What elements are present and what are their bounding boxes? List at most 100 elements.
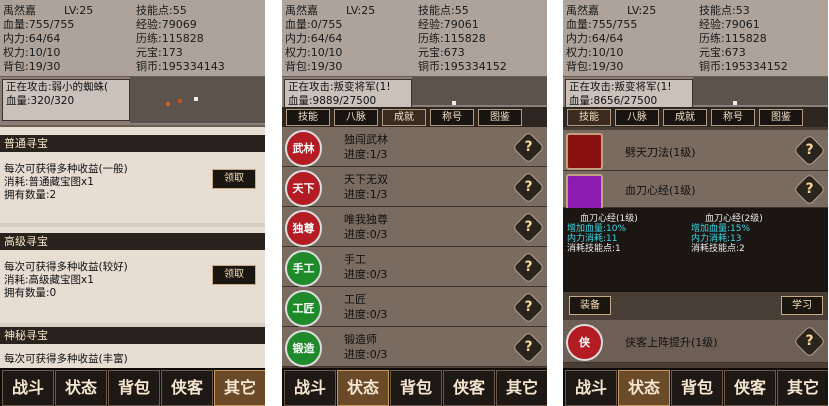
- next-mp-cost: 内力消耗:13: [691, 234, 742, 244]
- info-button[interactable]: ?: [512, 291, 545, 324]
- tab-skills[interactable]: 技能: [567, 109, 611, 126]
- info-button[interactable]: ?: [793, 325, 826, 358]
- screen-achievements: 禹然嘉 LV:25 技能点:55 血量:0/755 经验:79061 内力:64…: [282, 0, 547, 406]
- nav-bag[interactable]: 背包: [390, 370, 442, 406]
- tab-codex[interactable]: 图鉴: [478, 109, 522, 126]
- info-button[interactable]: ?: [793, 134, 826, 167]
- list-item[interactable]: 武林 独闯武林 进度:1/3 ?: [282, 127, 547, 167]
- bag-stat: 背包:19/30: [3, 60, 61, 73]
- nav-status[interactable]: 状态: [337, 370, 389, 406]
- nav-other[interactable]: 其它: [777, 370, 828, 406]
- list-item[interactable]: 天下 天下无双 进度:1/3 ?: [282, 167, 547, 207]
- attack-hp: 血量:320/320: [6, 95, 75, 107]
- achievement-name: 工匠: [344, 293, 366, 306]
- current-level-title: 血刀心经(1级): [580, 214, 638, 224]
- history-stat: 历练:115828: [136, 32, 204, 45]
- achievement-name: 独闯武林: [344, 133, 388, 146]
- tab-bar: 技能 八脉 成就 称号 图鉴: [563, 107, 828, 127]
- tab-bar: 技能 八脉 成就 称号 图鉴: [282, 107, 547, 127]
- achievement-progress: 进度:0/3: [344, 228, 388, 241]
- list-item[interactable]: 锻造 锻造师 进度:0/3 ?: [282, 327, 547, 367]
- map-marker: [194, 97, 198, 101]
- nav-other[interactable]: 其它: [214, 370, 265, 406]
- tab-meridians[interactable]: 八脉: [615, 109, 659, 126]
- tab-titles[interactable]: 称号: [430, 109, 474, 126]
- info-button[interactable]: ?: [793, 173, 826, 206]
- achievement-badge-icon: 武林: [285, 130, 322, 167]
- info-button[interactable]: ?: [512, 131, 545, 164]
- tab-achievements[interactable]: 成就: [382, 109, 426, 126]
- info-button[interactable]: ?: [512, 331, 545, 364]
- nav-battle[interactable]: 战斗: [284, 370, 336, 406]
- exp-stat: 经验:79069: [136, 18, 197, 31]
- list-item[interactable]: 工匠 工匠 进度:0/3 ?: [282, 287, 547, 327]
- treasure-desc: 每次可获得多种收益(丰富): [4, 353, 128, 365]
- nav-bag[interactable]: 背包: [671, 370, 723, 406]
- nav-status[interactable]: 状态: [55, 370, 107, 406]
- treasure-card: 高级寻宝 每次可获得多种收益(较好) 消耗:高级藏宝图x1 拥有数量:0 领取: [0, 227, 265, 323]
- nav-status[interactable]: 状态: [618, 370, 670, 406]
- achievement-progress: 进度:0/3: [344, 348, 388, 361]
- hp-stat: 血量:755/755: [566, 18, 638, 31]
- nav-battle[interactable]: 战斗: [565, 370, 617, 406]
- nav-battle[interactable]: 战斗: [2, 370, 54, 406]
- attack-info[interactable]: 正在攻击:叛变将军(1! 血量:9889/27500: [284, 79, 412, 108]
- achievement-list: 武林 独闯武林 进度:1/3 ? 天下 天下无双 进度:1/3 ? 独尊 唯我独…: [282, 127, 547, 368]
- info-button[interactable]: ?: [512, 251, 545, 284]
- attack-target: 正在攻击:弱小的蜘蛛(: [6, 81, 109, 93]
- question-mark-icon: ?: [805, 142, 814, 158]
- attack-info[interactable]: 正在攻击:弱小的蜘蛛( 血量:320/320: [2, 79, 130, 121]
- hp-stat: 血量:755/755: [3, 18, 75, 31]
- yuanbao-stat: 元宝:673: [418, 46, 465, 59]
- skill-points: 技能点:53: [699, 4, 750, 17]
- attack-info[interactable]: 正在攻击:叛变将军(1! 血量:8656/27500: [565, 79, 693, 108]
- claim-button[interactable]: 领取: [212, 265, 256, 285]
- nav-hero[interactable]: 侠客: [161, 370, 213, 406]
- tab-codex[interactable]: 图鉴: [759, 109, 803, 126]
- nav-hero[interactable]: 侠客: [443, 370, 495, 406]
- nav-other[interactable]: 其它: [496, 370, 547, 406]
- achievement-progress: 进度:0/3: [344, 268, 388, 281]
- next-hp-bonus: 增加血量:15%: [691, 224, 751, 234]
- attack-target: 正在攻击:叛变将军(1!: [288, 81, 391, 93]
- list-item[interactable]: 血刀心经(1级) ?: [563, 171, 828, 211]
- mp-stat: 内力:64/64: [566, 32, 624, 45]
- tab-meridians[interactable]: 八脉: [334, 109, 378, 126]
- equip-button[interactable]: 装备: [569, 296, 611, 315]
- tab-achievements[interactable]: 成就: [663, 109, 707, 126]
- skill-points: 技能点:55: [418, 4, 469, 17]
- sword-icon: [566, 133, 603, 170]
- learn-button[interactable]: 学习: [781, 296, 823, 315]
- nav-hero[interactable]: 侠客: [724, 370, 776, 406]
- list-item[interactable]: 手工 手工 进度:0/3 ?: [282, 247, 547, 287]
- info-button[interactable]: ?: [512, 211, 545, 244]
- list-item[interactable]: 劈天刀法(1级) ?: [563, 130, 828, 171]
- list-item[interactable]: 侠 侠客上阵提升(1级) ?: [563, 320, 828, 363]
- treasure-count: 拥有数量:2: [4, 189, 57, 201]
- tab-titles[interactable]: 称号: [711, 109, 755, 126]
- hp-stat: 血量:0/755: [285, 18, 343, 31]
- achievement-badge-icon: 工匠: [285, 290, 322, 327]
- mini-map[interactable]: [412, 77, 547, 105]
- yuanbao-stat: 元宝:673: [699, 46, 746, 59]
- info-button[interactable]: ?: [512, 171, 545, 204]
- map-marker: [452, 101, 456, 105]
- question-mark-icon: ?: [524, 299, 533, 315]
- question-mark-icon: ?: [524, 139, 533, 155]
- skill-name: 侠客上阵提升(1级): [625, 336, 718, 349]
- bottom-nav: 战斗 状态 背包 侠客 其它: [563, 368, 828, 406]
- achievement-name: 天下无双: [344, 173, 388, 186]
- achievement-badge-icon: 手工: [285, 250, 322, 287]
- list-item[interactable]: 独尊 唯我独尊 进度:0/3 ?: [282, 207, 547, 247]
- tab-skills[interactable]: 技能: [286, 109, 330, 126]
- mini-map[interactable]: [130, 77, 265, 123]
- skill-name: 血刀心经(1级): [625, 184, 696, 197]
- achievement-name: 手工: [344, 253, 366, 266]
- exp-stat: 经验:79061: [418, 18, 479, 31]
- claim-button[interactable]: 领取: [212, 169, 256, 189]
- mini-map[interactable]: [693, 77, 828, 105]
- player-stats: 禹然嘉 LV:25 技能点:55 血量:755/755 经验:79069 内力:…: [0, 0, 265, 76]
- nav-bag[interactable]: 背包: [108, 370, 160, 406]
- current-hp-bonus: 增加血量:10%: [567, 224, 627, 234]
- achievement-badge-icon: 独尊: [285, 210, 322, 247]
